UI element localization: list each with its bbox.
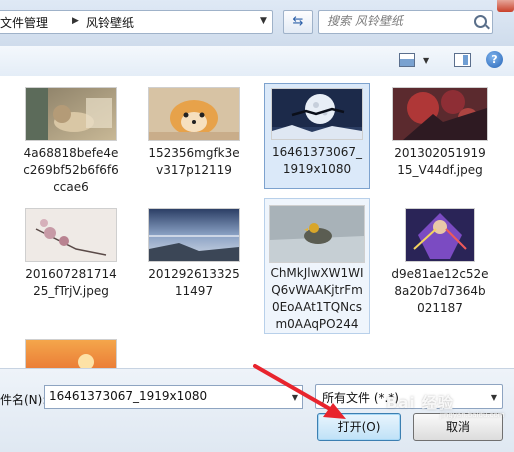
puppy-photo-thumbnail [149,88,239,140]
address-bar: 文件管理 ▶ 风铃壁纸 ▼ ⇆ [0,0,514,47]
file-thumbnail [25,208,117,262]
file-name: 152356mgfk3ev317p12119 [148,146,240,177]
moon-night-thumbnail [272,89,362,139]
red-blossom-thumbnail [393,88,487,140]
refresh-button[interactable]: ⇆ [283,10,313,34]
file-thumbnail [271,88,363,140]
toolbar: ▼ ? [0,46,514,77]
file-thumbnail [269,205,365,263]
file-item[interactable]: 20130205191915_V44df.jpeg [387,83,493,199]
cat-photo-thumbnail [26,88,116,140]
file-name: 4a68818befe4ec269bf52b6f6f6ccae6 [23,146,119,194]
file-item[interactable]: 4a68818befe4ec269bf52b6f6f6ccae6 [18,83,124,199]
file-name: 20160728171425_fTrjV.jpeg [25,267,117,298]
chevron-down-icon[interactable]: ▼ [491,393,497,402]
breadcrumb[interactable]: 文件管理 ▶ 风铃壁纸 ▼ [0,10,273,34]
help-icon[interactable]: ? [486,51,503,68]
refresh-icon: ⇆ [292,14,304,29]
file-list[interactable]: 4a68818befe4ec269bf52b6f6f6ccae6 152356m… [0,76,514,381]
breadcrumb-item-wallpaper[interactable]: 风铃壁纸 [86,14,134,31]
preview-pane-icon[interactable] [454,53,471,67]
file-thumbnail [148,87,240,141]
file-thumbnail [405,208,475,262]
pink-flower-thumbnail [26,209,116,261]
chevron-down-icon[interactable]: ▼ [292,393,298,402]
breadcrumb-item-file-manager[interactable]: 文件管理 [0,14,48,31]
search-icon[interactable] [474,15,487,28]
search-input[interactable] [327,14,467,28]
file-name: d9e81ae12c52e8a20b7d7364b021187 [391,267,489,315]
filename-input[interactable] [49,389,274,403]
views-icon[interactable] [399,53,415,67]
file-name: 20130205191915_V44df.jpeg [394,146,486,177]
file-item-selected[interactable]: 16461373067_1919x1080 [264,83,370,189]
views-dropdown-icon[interactable]: ▼ [423,56,429,65]
file-thumbnail [148,208,240,262]
file-item[interactable]: 152356mgfk3ev317p12119 [141,83,247,199]
watermark-logo: Bai 经验 [386,394,454,412]
open-button[interactable]: 打开(O) [317,413,401,441]
file-name: ChMkJlwXW1WIQ6vWAAKjtrFm0EoAAt1TQNcsm0AA… [270,266,364,331]
file-thumbnail [25,87,117,141]
file-name: 16461373067_1919x1080 [272,145,362,176]
game-character-thumbnail [406,209,474,261]
breadcrumb-separator-icon[interactable]: ▶ [72,16,79,26]
close-window-button[interactable] [497,0,514,12]
chevron-down-icon[interactable]: ▼ [260,16,267,26]
file-item[interactable] [18,334,124,381]
seascape-thumbnail [149,209,239,261]
watermark-url: jingyan.baidu.com [440,411,505,419]
filename-combo[interactable]: ▼ [44,385,303,409]
search-box[interactable] [318,10,493,34]
file-item[interactable]: ChMkJlwXW1WIQ6vWAAKjtrFm0EoAAt1TQNcsm0AA… [264,198,370,334]
file-item[interactable]: 20129261332511497 [141,204,247,304]
filename-label: 件名(N): [0,393,47,407]
file-item[interactable]: 20160728171425_fTrjV.jpeg [18,204,124,304]
file-item[interactable]: d9e81ae12c52e8a20b7d7364b021187 [387,204,493,315]
file-thumbnail [392,87,488,141]
duck-photo-thumbnail [270,206,364,262]
file-name: 20129261332511497 [148,267,240,298]
